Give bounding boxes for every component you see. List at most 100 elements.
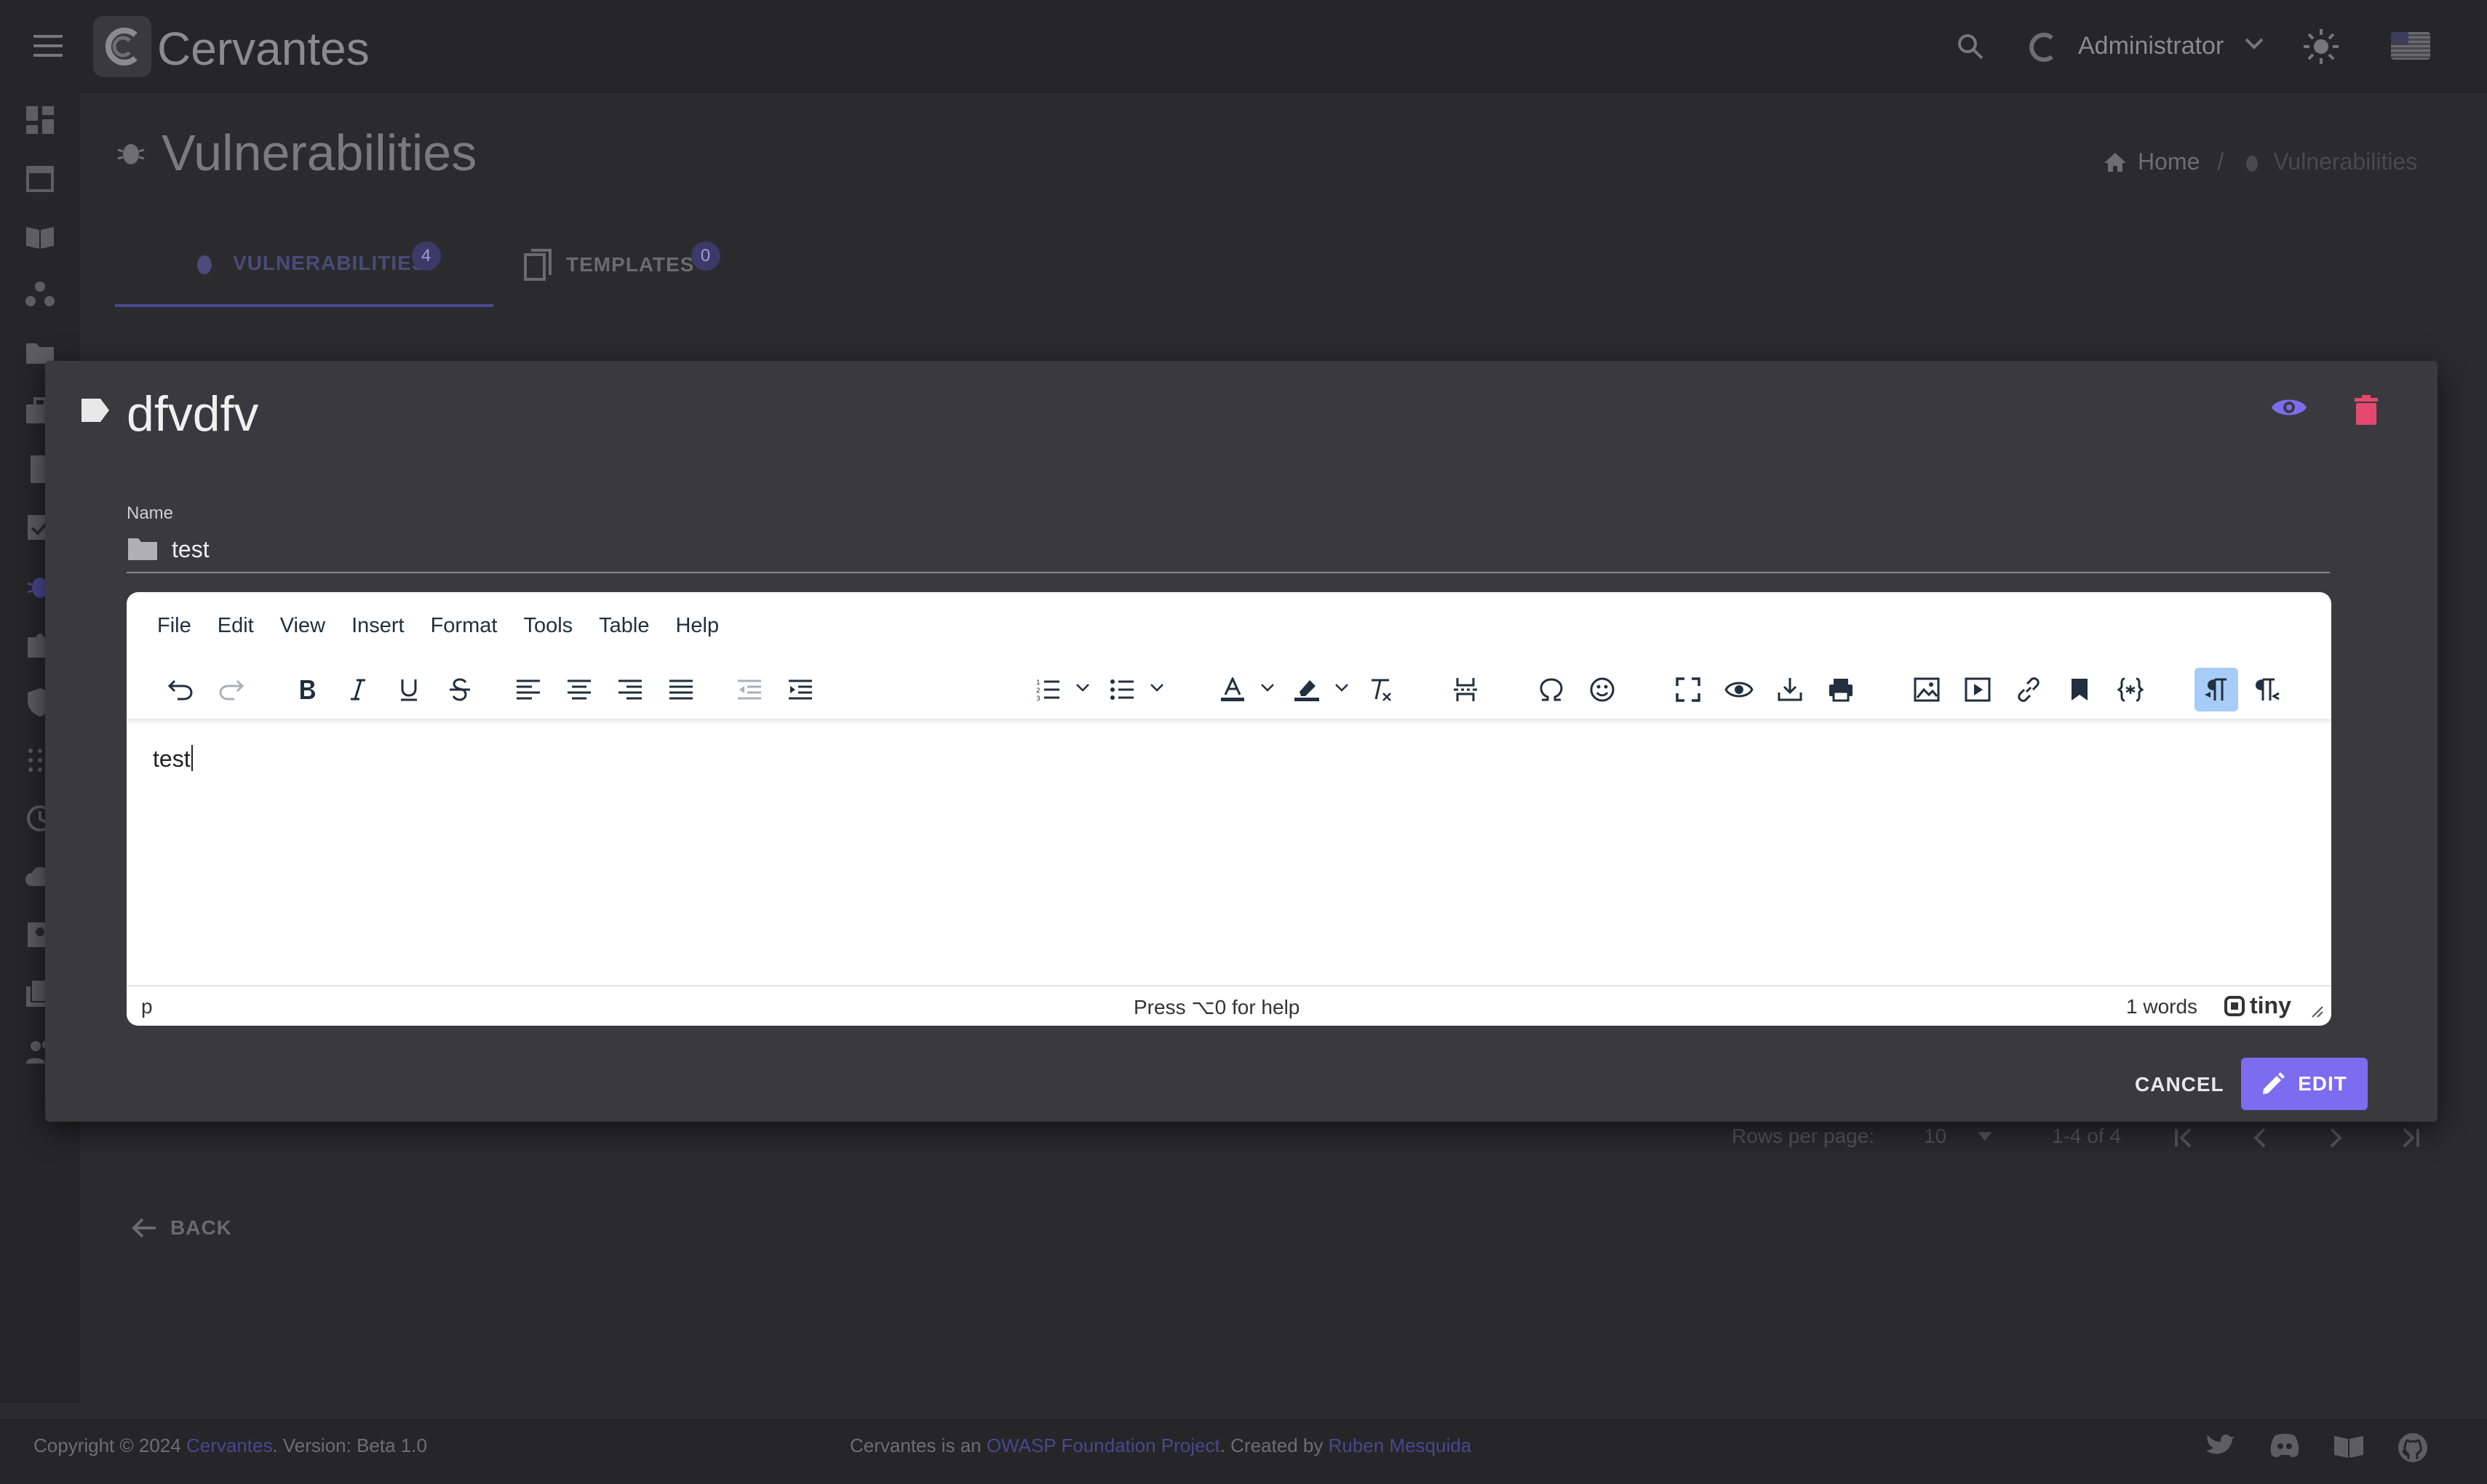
first-page-icon[interactable] xyxy=(2173,1126,2196,1149)
sun-icon[interactable] xyxy=(2302,28,2340,65)
brand-logo[interactable] xyxy=(93,16,151,77)
text-color-icon[interactable] xyxy=(1211,668,1254,711)
preview-icon[interactable] xyxy=(1717,668,1761,711)
menu-file[interactable]: File xyxy=(157,614,191,638)
menu-help[interactable]: Help xyxy=(675,614,719,638)
indent-icon[interactable] xyxy=(779,668,822,711)
code-sample-icon[interactable] xyxy=(2109,668,2152,711)
tiny-logo[interactable]: tiny xyxy=(2224,992,2291,1019)
menu-edit[interactable]: Edit xyxy=(218,614,254,638)
fullscreen-icon[interactable] xyxy=(1666,668,1710,711)
name-input[interactable] xyxy=(172,532,2282,566)
back-button[interactable]: BACK xyxy=(131,1216,232,1240)
search-icon[interactable] xyxy=(1956,32,1985,61)
underline-icon[interactable] xyxy=(387,668,431,711)
project-text: Cervantes is an xyxy=(850,1435,982,1456)
dashboard-icon[interactable] xyxy=(23,103,57,137)
menu-icon[interactable] xyxy=(33,33,63,58)
next-page-icon[interactable] xyxy=(2324,1126,2347,1149)
chevron-down-icon[interactable] xyxy=(2244,36,2264,51)
chevron-down-icon[interactable] xyxy=(1260,682,1275,693)
svg-text:1: 1 xyxy=(1036,679,1040,687)
special-character-icon[interactable] xyxy=(1529,668,1573,711)
menu-tools[interactable]: Tools xyxy=(523,614,573,638)
insert-media-icon[interactable] xyxy=(1956,668,1999,711)
insert-image-icon[interactable] xyxy=(1905,668,1949,711)
download-icon[interactable] xyxy=(1768,668,1812,711)
bullet-list-icon[interactable] xyxy=(1100,668,1144,711)
breadcrumb-home[interactable]: Home xyxy=(2138,148,2200,175)
highlight-color-icon[interactable] xyxy=(1285,668,1329,711)
breadcrumb-current: Vulnerabilities xyxy=(2273,148,2418,175)
book-icon[interactable] xyxy=(23,220,57,253)
rows-per-page-label: Rows per page: xyxy=(1732,1125,1875,1147)
discord-icon[interactable] xyxy=(2269,1432,2301,1464)
delete-icon[interactable] xyxy=(2353,394,2379,426)
outdent-icon[interactable] xyxy=(728,668,771,711)
rows-per-page-select[interactable]: 10 xyxy=(1924,1125,1946,1148)
breadcrumb: Home / Vulnerabilities xyxy=(2103,148,2417,175)
version-label: . Version: xyxy=(272,1435,351,1456)
redo-icon[interactable] xyxy=(210,668,253,711)
eye-icon[interactable] xyxy=(2270,394,2308,420)
resize-handle-icon[interactable] xyxy=(2309,1004,2324,1018)
emoji-icon[interactable] xyxy=(1580,668,1624,711)
page-title: Vulnerabilities xyxy=(162,124,477,181)
twitter-icon[interactable] xyxy=(2205,1432,2237,1464)
strikethrough-icon[interactable] xyxy=(438,668,482,711)
previous-page-icon[interactable] xyxy=(2248,1126,2272,1149)
bookmark-icon[interactable] xyxy=(2058,668,2101,711)
caret-down-icon[interactable] xyxy=(1978,1132,1992,1141)
home-icon[interactable] xyxy=(2103,151,2128,173)
svg-text:2: 2 xyxy=(1036,687,1040,695)
tab-vulnerabilities[interactable]: VULNERABILITIES 4 xyxy=(191,242,441,278)
numbered-list-icon[interactable]: 123 xyxy=(1026,668,1070,711)
chevron-down-icon[interactable] xyxy=(1075,682,1090,693)
insert-link-icon[interactable] xyxy=(2007,668,2050,711)
footer-social xyxy=(2205,1432,2429,1464)
cancel-button[interactable]: CANCEL xyxy=(2116,1059,2243,1110)
last-page-icon[interactable] xyxy=(2398,1126,2422,1149)
element-path[interactable]: p xyxy=(141,995,153,1018)
word-count[interactable]: 1 words xyxy=(2126,995,2197,1018)
bold-icon[interactable] xyxy=(285,668,329,711)
toolbar-divider xyxy=(127,719,2331,725)
us-flag-icon[interactable] xyxy=(2391,32,2430,60)
clear-formatting-icon[interactable] xyxy=(1359,668,1403,711)
user-name[interactable]: Administrator xyxy=(2078,32,2224,60)
tab-templates[interactable]: TEMPLATES 0 xyxy=(524,242,720,281)
tab-label: TEMPLATES xyxy=(566,253,695,276)
user-avatar-icon[interactable] xyxy=(2026,31,2059,64)
align-right-icon[interactable] xyxy=(608,668,652,711)
menu-table[interactable]: Table xyxy=(599,614,649,638)
align-center-icon[interactable] xyxy=(557,668,601,711)
page-break-icon[interactable] xyxy=(1444,668,1487,711)
editor-content-area[interactable]: test xyxy=(153,745,193,773)
owasp-link[interactable]: OWASP Foundation Project xyxy=(987,1435,1220,1456)
edit-vulnerability-dialog: dfvdfv Name File Edit View Insert Format… xyxy=(45,361,2438,1122)
menu-format[interactable]: Format xyxy=(431,614,498,638)
edit-button[interactable]: EDIT xyxy=(2241,1058,2368,1110)
calendar-icon[interactable] xyxy=(23,161,57,195)
book-icon[interactable] xyxy=(2333,1432,2365,1464)
print-icon[interactable] xyxy=(1819,668,1863,711)
author-link[interactable]: Ruben Mesquida xyxy=(1329,1435,1472,1456)
brand-name[interactable]: Cervantes xyxy=(157,22,370,76)
cervantes-link[interactable]: Cervantes xyxy=(186,1435,273,1456)
menu-insert[interactable]: Insert xyxy=(351,614,405,638)
italic-icon[interactable] xyxy=(336,668,380,711)
chevron-down-icon[interactable] xyxy=(1150,682,1164,693)
right-to-left-icon[interactable] xyxy=(2245,668,2289,711)
chevron-down-icon[interactable] xyxy=(1334,682,1349,693)
github-icon[interactable] xyxy=(2397,1432,2429,1464)
footer-credits: Cervantes is an OWASP Foundation Project… xyxy=(850,1435,1471,1457)
count-badge: 0 xyxy=(691,242,720,271)
menu-view[interactable]: View xyxy=(280,614,325,638)
align-left-icon[interactable] xyxy=(506,668,550,711)
left-to-right-icon[interactable] xyxy=(2194,668,2238,711)
groups-icon[interactable] xyxy=(23,278,57,311)
undo-icon[interactable] xyxy=(159,668,202,711)
input-underline xyxy=(127,572,2330,573)
label-tag-icon xyxy=(80,397,111,423)
align-justify-icon[interactable] xyxy=(659,668,703,711)
